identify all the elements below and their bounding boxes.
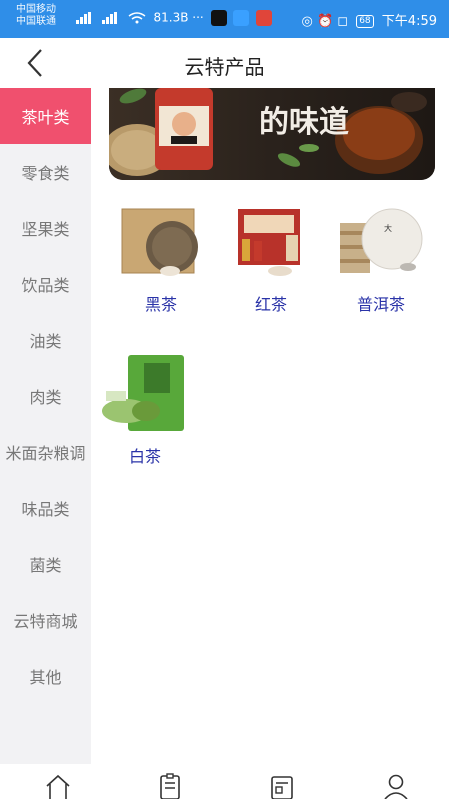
category-sidebar: 茶叶类 零食类 坚果类 饮品类 油类 肉类 米面杂粮调 味品类 菌类 云特商城 … xyxy=(0,88,91,764)
list-icon xyxy=(160,773,180,799)
signal-icon-2 xyxy=(101,12,117,24)
product-image xyxy=(102,355,184,431)
banner-image: 的味道 xyxy=(109,88,435,180)
user-icon xyxy=(384,774,408,799)
product-image xyxy=(238,209,300,276)
status-time: 下午4:59 xyxy=(381,14,437,29)
news-icon xyxy=(271,776,293,799)
product-card-hongcha[interactable]: 红茶 xyxy=(216,195,326,335)
product-image: 大 xyxy=(340,208,423,273)
signal-icon xyxy=(76,12,91,24)
product-image xyxy=(121,208,198,276)
nav-list[interactable] xyxy=(154,773,186,801)
battery-indicator: 68 xyxy=(356,15,374,28)
app-header: 云特产品 xyxy=(0,38,449,88)
category-item-nuts[interactable]: 坚果类 xyxy=(0,200,91,256)
app-icon xyxy=(233,10,250,26)
status-bar: 中国移动 中国联通 81.3B ··· ◎ ⏰ ◻ 68 下午4:59 xyxy=(0,0,449,38)
product-name: 白茶 xyxy=(128,447,161,466)
product-card-baicha[interactable]: 白茶 xyxy=(90,347,200,487)
category-item-other[interactable]: 其他 xyxy=(0,648,91,704)
promo-banner[interactable]: 的味道 xyxy=(109,88,435,180)
banner-text: 的味道 xyxy=(259,105,349,140)
category-item-snacks[interactable]: 零食类 xyxy=(0,144,91,200)
wifi-icon xyxy=(128,12,146,24)
category-item-oil[interactable]: 油类 xyxy=(0,312,91,368)
tiktok-icon xyxy=(210,10,227,26)
product-name: 普洱茶 xyxy=(356,295,405,314)
status-right: ◎ ⏰ ◻ 68 下午4:59 xyxy=(301,10,437,29)
notification-icon xyxy=(256,10,273,26)
category-item-seasoning[interactable]: 味品类 xyxy=(0,480,91,536)
home-icon xyxy=(46,774,70,799)
carrier-2: 中国联通 xyxy=(16,16,56,27)
product-card-heicha[interactable]: 黑茶 xyxy=(106,195,216,335)
svg-text:大: 大 xyxy=(384,223,392,233)
nav-news[interactable] xyxy=(266,773,298,801)
bottom-navigation xyxy=(0,765,449,799)
page-title: 云特产品 xyxy=(184,55,265,79)
network-speed: 81.3B xyxy=(153,10,189,25)
category-item-grains[interactable]: 米面杂粮调 xyxy=(0,424,91,480)
product-name: 红茶 xyxy=(254,295,287,314)
product-name: 黑茶 xyxy=(144,295,177,314)
category-item-mushrooms[interactable]: 菌类 xyxy=(0,536,91,592)
category-item-mall[interactable]: 云特商城 xyxy=(0,592,91,648)
carrier-1: 中国移动 xyxy=(16,4,56,15)
product-card-puer[interactable]: 大 普洱茶 xyxy=(326,195,436,335)
alarm-icon: ◎ ⏰ ◻ xyxy=(301,14,349,29)
category-item-meat[interactable]: 肉类 xyxy=(0,368,91,424)
carrier-info: 中国移动 中国联通 xyxy=(16,4,56,28)
category-item-tea[interactable]: 茶叶类 xyxy=(0,88,91,144)
status-left: 81.3B ··· xyxy=(76,10,273,26)
category-item-drinks[interactable]: 饮品类 xyxy=(0,256,91,312)
nav-profile[interactable] xyxy=(380,773,412,801)
nav-home[interactable] xyxy=(42,773,74,801)
